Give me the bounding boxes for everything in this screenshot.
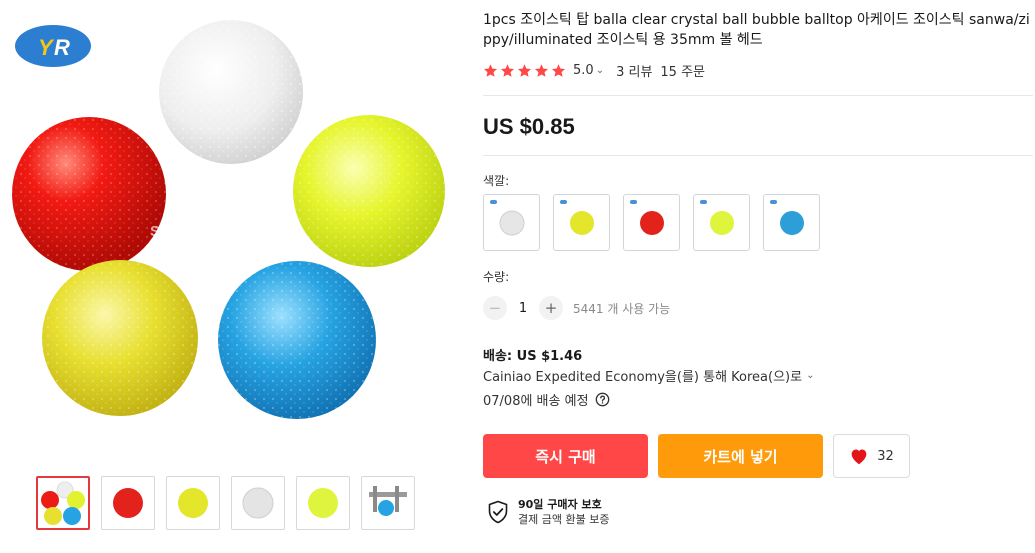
ball-blue [218, 261, 376, 419]
buy-now-button[interactable]: 즉시 구매 [483, 434, 648, 478]
swatch-tag [770, 200, 777, 204]
protection-title: 90일 구매자 보호 [518, 498, 602, 511]
swatch-blue[interactable] [763, 194, 820, 251]
swatch-tag [560, 200, 567, 204]
ball-clear [159, 20, 303, 164]
divider [483, 95, 1033, 96]
svg-text:Y: Y [38, 35, 55, 60]
shield-check-icon [488, 500, 508, 524]
thumbnail-strip [36, 476, 415, 530]
color-label: 색깔: [483, 174, 510, 188]
shipping-cost: 배송: US $1.46 [483, 349, 583, 364]
ball-red [12, 117, 166, 271]
swatch-yellow[interactable] [553, 194, 610, 251]
swatch-clear[interactable] [483, 194, 540, 251]
rating-score[interactable]: 5.0 [573, 63, 594, 78]
thumbnail-2[interactable] [101, 476, 155, 530]
thumbnail-3[interactable] [166, 476, 220, 530]
help-icon[interactable] [595, 392, 610, 407]
swatch-tag [700, 200, 707, 204]
protection-subtitle: 결제 금액 환불 보증 [518, 513, 610, 526]
available-stock: 5441 개 사용 가능 [573, 301, 671, 316]
rating-row: 5.0 ⌄ 3 리뷰 15 주문 [483, 61, 705, 80]
thumbnail-6[interactable] [361, 476, 415, 530]
orders-count: 15 주문 [660, 65, 706, 80]
star-icon [551, 64, 566, 77]
delivery-estimate: 07/08에 배송 예정 [483, 390, 610, 409]
swatch-lime[interactable] [693, 194, 750, 251]
star-icon [483, 64, 498, 77]
swatch-tag [630, 200, 637, 204]
product-title: 1pcs 조이스틱 탑 balla clear crystal ball bub… [483, 12, 1030, 48]
thumbnail-5[interactable] [296, 476, 350, 530]
divider [483, 155, 1033, 156]
quantity-stepper: − 1 + 5441 개 사용 가능 [483, 296, 670, 320]
star-rating [483, 63, 566, 78]
quantity-value[interactable]: 1 [507, 301, 539, 316]
quantity-decrease-button[interactable]: − [483, 296, 507, 320]
color-swatches [483, 194, 820, 251]
reviews-link[interactable]: 3 리뷰 [616, 61, 652, 80]
quantity-increase-button[interactable]: + [539, 296, 563, 320]
quantity-label: 수량: [483, 270, 510, 284]
add-to-cart-button[interactable]: 카트에 넣기 [658, 434, 823, 478]
delivery-date-text: 07/08에 배송 예정 [483, 394, 589, 409]
star-icon [517, 64, 532, 77]
wishlist-button[interactable]: 32 [833, 434, 910, 478]
chevron-down-icon: ⌄ [806, 370, 815, 381]
thumbnail-1[interactable] [36, 476, 90, 530]
svg-text:R: R [54, 35, 70, 60]
brand-logo: Y R [15, 25, 91, 67]
thumbnail-4[interactable] [231, 476, 285, 530]
ball-lime [293, 115, 445, 267]
shipping-method-text: Cainiao Expedited Economy을(를) 통해 Korea(으… [483, 370, 803, 385]
ball-yellow [42, 260, 198, 416]
star-icon [500, 64, 515, 77]
shipping-method-selector[interactable]: Cainiao Expedited Economy을(를) 통해 Korea(으… [483, 366, 814, 385]
heart-icon [851, 449, 867, 465]
product-price: US $0.85 [483, 114, 575, 139]
buyer-protection: 90일 구매자 보호 결제 금액 환불 보증 [487, 497, 609, 527]
image-watermark: Store No: 1313333 [150, 223, 280, 240]
swatch-red[interactable] [623, 194, 680, 251]
star-icon [534, 64, 549, 77]
chevron-down-icon[interactable]: ⌄ [596, 65, 604, 76]
wishlist-count: 32 [877, 448, 894, 464]
swatch-tag [490, 200, 497, 204]
main-product-image[interactable]: Y R Store No: 1313333 [0, 0, 462, 466]
